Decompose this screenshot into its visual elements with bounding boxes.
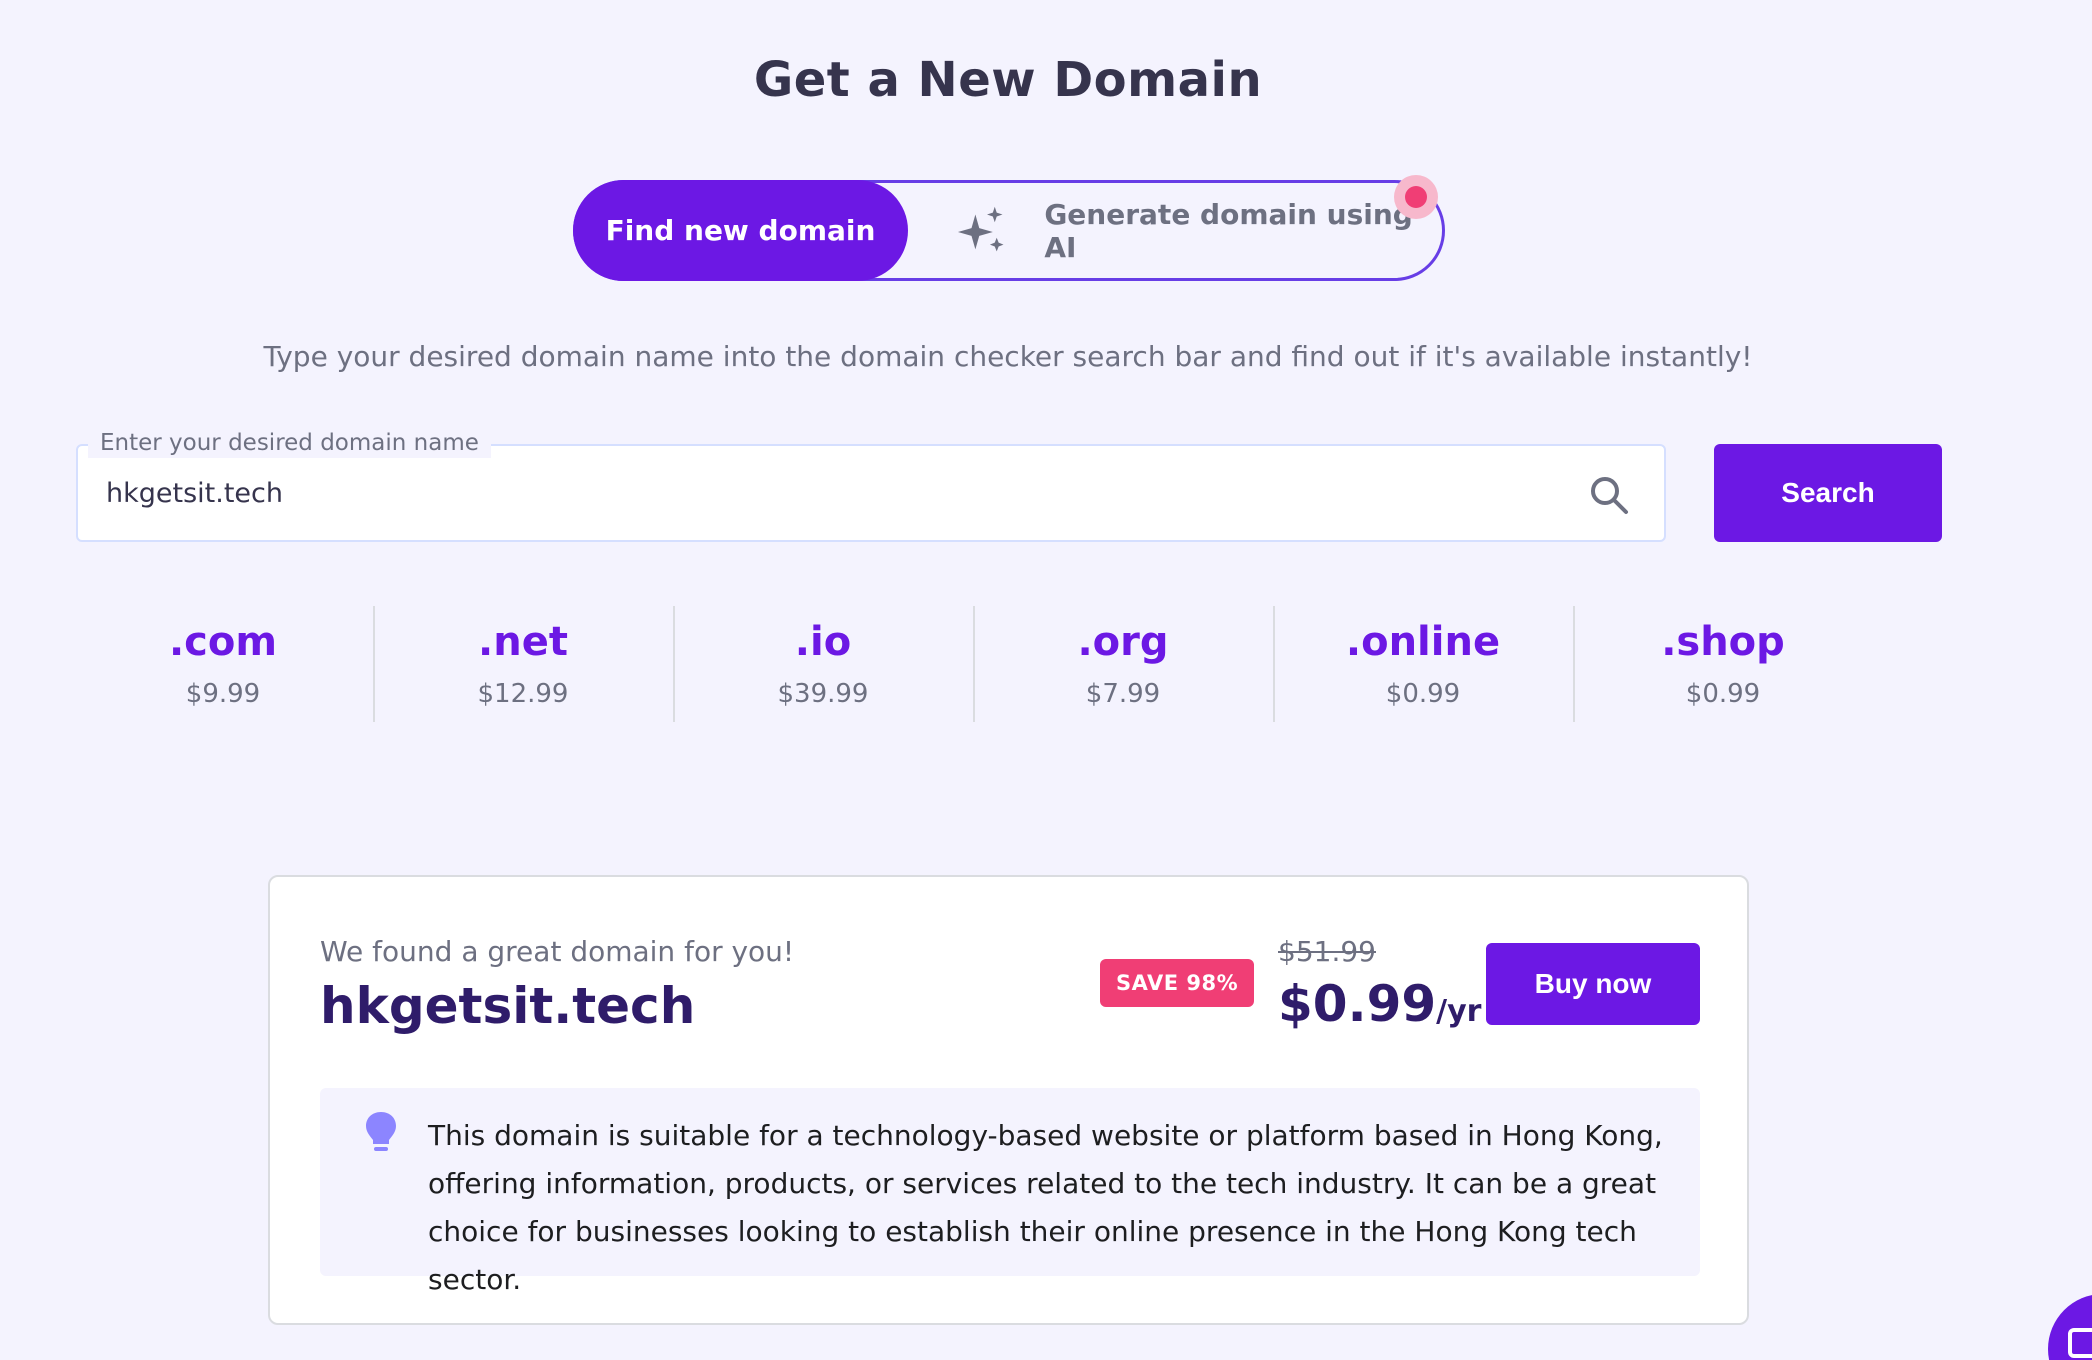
tld-price: $39.99 [777,679,869,709]
find-new-domain-tab[interactable]: Find new domain [573,180,908,281]
generate-ai-label: Generate domain using AI [1044,197,1413,264]
original-price: $51.99 [1278,935,1376,968]
tld-price: $0.99 [1385,679,1461,709]
price-period: /yr [1436,994,1482,1029]
tld-name: .net [478,619,568,665]
tld-price-list: .com $9.99 .net $12.99 .io $39.99 .org $… [73,606,1873,722]
tld-item-com[interactable]: .com $9.99 [73,606,373,722]
domain-page: Get a New Domain Find new domain Generat… [0,0,2092,1360]
tld-name: .org [1077,619,1169,665]
chat-icon [2068,1328,2092,1358]
buy-now-button[interactable]: Buy now [1486,943,1700,1025]
tld-item-online[interactable]: .online $0.99 [1273,606,1573,722]
domain-search-field [76,444,1666,542]
search-icon[interactable] [1588,474,1630,516]
search-button[interactable]: Search [1714,444,1942,542]
tld-price: $0.99 [1685,679,1761,709]
tld-price: $12.99 [477,679,569,709]
price-value: $0.99 [1278,975,1437,1033]
domain-search-input[interactable] [106,446,1566,540]
page-subtitle: Type your desired domain name into the d… [263,340,1753,373]
current-price: $0.99/yr [1278,975,1481,1033]
result-label: We found a great domain for you! [320,935,795,968]
sparkle-icon [957,206,1004,251]
tld-name: .shop [1661,619,1785,665]
tld-name: .online [1345,619,1501,665]
notification-dot [1394,175,1438,219]
tld-item-io[interactable]: .io $39.99 [673,606,973,722]
tld-name: .io [794,619,852,665]
result-domain-name: hkgetsit.tech [320,977,696,1035]
search-field-label: Enter your desired domain name [88,428,491,458]
domain-tip-box: This domain is suitable for a technology… [320,1088,1700,1296]
discount-badge: SAVE 98% [1100,959,1255,1007]
domain-mode-toggle: Find new domain Generate domain using AI [573,175,1445,281]
tld-item-net[interactable]: .net $12.99 [373,606,673,722]
bulb-icon [366,1112,396,1151]
tld-item-shop[interactable]: .shop $0.99 [1573,606,1873,722]
tld-name: .com [168,619,278,665]
tld-item-org[interactable]: .org $7.99 [973,606,1273,722]
domain-tip-text: This domain is suitable for a technology… [428,1119,1663,1296]
tld-price: $9.99 [185,679,261,709]
domain-result-card: We found a great domain for you! hkgetsi… [268,875,1749,1325]
generate-ai-tab[interactable]: Generate domain using AI [956,183,1442,278]
tld-price: $7.99 [1085,679,1161,709]
page-title: Get a New Domain [753,52,1263,108]
chat-button[interactable] [2048,1294,2092,1360]
